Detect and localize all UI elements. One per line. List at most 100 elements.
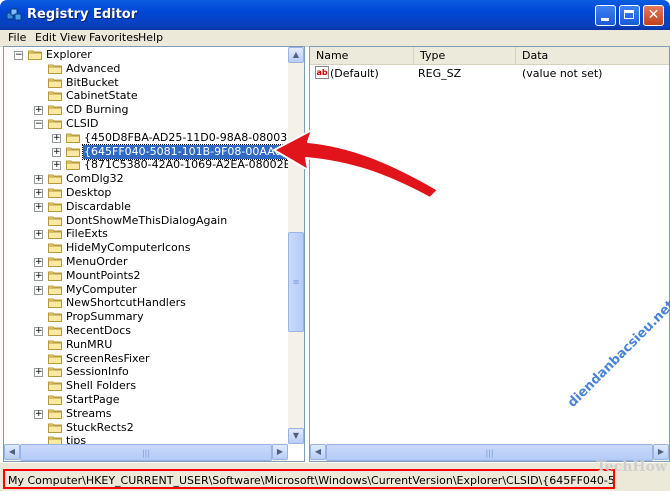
scroll-thumb[interactable]: ≡ bbox=[288, 232, 304, 332]
tree-item[interactable]: + MyComputer bbox=[4, 282, 287, 297]
open-folder-icon bbox=[28, 50, 42, 60]
title-bar[interactable]: Registry Editor ✕ bbox=[0, 0, 670, 30]
folder-icon bbox=[48, 367, 62, 378]
tree-item[interactable]: DontShowMeThisDialogAgain bbox=[4, 213, 287, 228]
tree-vertical-scrollbar[interactable]: ▲ ≡ ▼ bbox=[288, 47, 304, 444]
column-data[interactable]: Data bbox=[516, 47, 669, 64]
tree-item[interactable]: + MenuOrder bbox=[4, 255, 287, 269]
expand-icon[interactable]: + bbox=[34, 368, 43, 378]
tree-horizontal-scrollbar[interactable]: ◀ ||| ▶ bbox=[4, 444, 288, 461]
tree-item[interactable]: Shell Folders bbox=[4, 379, 287, 393]
scroll-down-button[interactable]: ▼ bbox=[288, 428, 304, 444]
expand-icon[interactable]: + bbox=[52, 147, 61, 157]
watermark-brand: TechHow bbox=[596, 459, 668, 475]
menu-favorites[interactable]: Favorites bbox=[89, 31, 139, 44]
tree-item-label: CLSID bbox=[66, 117, 99, 130]
expand-icon[interactable]: + bbox=[34, 285, 43, 295]
scroll-up-button[interactable]: ▲ bbox=[288, 47, 304, 63]
tree-item[interactable]: StartPage bbox=[4, 393, 287, 407]
tree-item-label: CD Burning bbox=[66, 103, 129, 117]
menu-edit[interactable]: Edit bbox=[35, 31, 56, 44]
tree-item-label: RecentDocs bbox=[66, 324, 131, 337]
tree-item[interactable]: BitBucket bbox=[4, 76, 287, 90]
tree-item[interactable]: + RecentDocs bbox=[4, 324, 287, 338]
expand-icon[interactable]: + bbox=[34, 327, 43, 336]
minimize-button[interactable] bbox=[595, 5, 616, 26]
tree-item[interactable]: + Discardable bbox=[4, 200, 287, 214]
scroll-thumb-horizontal[interactable]: ||| bbox=[20, 444, 272, 461]
tree-item-label: SessionInfo bbox=[66, 365, 129, 379]
menu-file[interactable]: File bbox=[8, 31, 26, 44]
close-icon: ✕ bbox=[647, 7, 660, 23]
tree-item[interactable]: + MountPoints2 bbox=[4, 269, 287, 283]
folder-icon bbox=[48, 395, 62, 405]
folder-icon bbox=[48, 271, 62, 281]
collapse-icon[interactable]: − bbox=[34, 120, 43, 129]
tree-item[interactable]: RunMRU bbox=[4, 338, 287, 352]
tree-item-label: CabinetState bbox=[66, 89, 138, 103]
expand-icon[interactable]: + bbox=[52, 161, 61, 171]
expand-icon[interactable]: + bbox=[52, 133, 61, 143]
tree-item[interactable]: ScreenResFixer bbox=[4, 352, 287, 366]
menu-view[interactable]: View bbox=[60, 31, 86, 44]
tree-item[interactable]: StuckRects2 bbox=[4, 420, 287, 435]
folder-icon bbox=[48, 174, 62, 185]
folder-icon bbox=[48, 409, 62, 419]
list-scroll-left-button[interactable]: ◀ bbox=[310, 444, 326, 460]
menu-help[interactable]: Help bbox=[138, 31, 163, 44]
tree-item[interactable]: + ComDlg32 bbox=[4, 172, 287, 186]
expand-icon[interactable]: + bbox=[34, 106, 43, 116]
tree-item-label: MenuOrder bbox=[66, 255, 128, 268]
folder-icon bbox=[48, 243, 62, 254]
tree-item[interactable]: +{450D8FBA-AD25-11D0-98A8-0800361B1103} bbox=[4, 131, 304, 145]
folder-icon bbox=[48, 105, 62, 116]
tree-item[interactable]: +{645FF040-5081-101B-9F08-00AA002F954E} bbox=[4, 143, 304, 160]
tree-item-label: Advanced bbox=[66, 61, 121, 75]
tree-item[interactable]: PropSummary bbox=[4, 310, 287, 324]
list-scroll-right-button[interactable]: ▶ bbox=[653, 444, 669, 460]
expand-icon[interactable]: + bbox=[34, 175, 43, 185]
folder-icon bbox=[48, 188, 62, 198]
expand-icon[interactable]: + bbox=[34, 189, 43, 198]
tree-item-label: Explorer bbox=[46, 48, 92, 61]
folder-icon bbox=[48, 202, 62, 212]
expand-icon[interactable]: + bbox=[34, 271, 43, 281]
tree-item[interactable]: Advanced bbox=[4, 61, 287, 76]
tree-item[interactable]: + SessionInfo bbox=[4, 365, 287, 379]
tree-item-label: MyComputer bbox=[66, 282, 137, 296]
folder-icon bbox=[48, 285, 62, 295]
tree-item[interactable]: − Explorer bbox=[4, 48, 287, 62]
expand-icon[interactable]: + bbox=[34, 202, 43, 212]
column-name[interactable]: Name bbox=[310, 47, 414, 64]
registry-tree-pane[interactable]: − Explorer Advanced BitBucket CabinetState + C… bbox=[3, 46, 305, 462]
red-arrow-annotation bbox=[273, 129, 439, 199]
expand-icon[interactable]: + bbox=[34, 230, 43, 240]
window-title: Registry Editor bbox=[27, 7, 138, 22]
tree-item[interactable]: + CD Burning bbox=[4, 103, 287, 117]
scroll-right-button[interactable]: ▶ bbox=[272, 444, 288, 460]
folder-icon bbox=[48, 216, 62, 226]
tree-item-label: DontShowMeThisDialogAgain bbox=[66, 213, 228, 227]
tree-item-label: ComDlg32 bbox=[66, 172, 124, 186]
tree-item[interactable]: + Streams bbox=[4, 407, 287, 421]
scroll-left-button[interactable]: ◀ bbox=[4, 444, 20, 460]
tree-item[interactable]: +{871C5380-42A0-1069-A2EA-08002B30309D} bbox=[4, 158, 304, 172]
folder-icon bbox=[48, 91, 62, 102]
status-path: My Computer\HKEY_CURRENT_USER\Software\M… bbox=[3, 469, 615, 489]
tree-item[interactable]: + Desktop bbox=[4, 186, 287, 200]
close-button[interactable]: ✕ bbox=[643, 5, 664, 26]
tree-item[interactable]: + FileExts bbox=[4, 227, 287, 241]
tree-item[interactable]: HideMyComputerIcons bbox=[4, 241, 287, 255]
tree-item[interactable]: NewShortcutHandlers bbox=[4, 296, 287, 310]
column-type[interactable]: Type bbox=[414, 47, 516, 64]
tree-item[interactable]: − CLSID bbox=[4, 117, 287, 131]
maximize-button[interactable] bbox=[619, 5, 640, 26]
expand-icon[interactable]: + bbox=[34, 258, 43, 267]
open-folder-icon bbox=[48, 119, 62, 129]
tree-item[interactable]: CabinetState bbox=[4, 89, 287, 103]
collapse-icon[interactable]: − bbox=[14, 51, 23, 60]
expand-icon[interactable]: + bbox=[34, 409, 43, 419]
tree-item-label: StuckRects2 bbox=[66, 420, 134, 434]
registry-editor-icon bbox=[6, 8, 22, 21]
folder-icon bbox=[48, 312, 62, 323]
